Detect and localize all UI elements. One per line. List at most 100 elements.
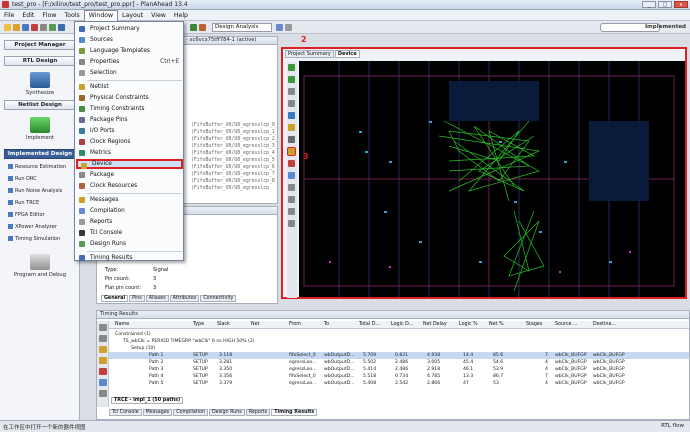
tab-trce[interactable]: TRCE - impl_1 (50 paths) bbox=[111, 397, 184, 404]
col-destination[interactable]: Destina... bbox=[593, 321, 616, 328]
export-icon[interactable] bbox=[99, 390, 107, 397]
mark-icon[interactable] bbox=[288, 172, 295, 179]
program-debug-icon[interactable] bbox=[30, 254, 50, 270]
maximize-button[interactable]: □ bbox=[658, 1, 672, 8]
col-name[interactable]: Name bbox=[115, 321, 129, 328]
nav-xpower[interactable]: XPower Analyzer bbox=[8, 224, 57, 230]
nav-timing-simulation[interactable]: Timing Simulation bbox=[8, 236, 60, 242]
tab-connectivity[interactable]: Connectivity bbox=[200, 295, 237, 302]
netlist-line[interactable]: (FifoBuffer_U0/U8_egresslcp_6 bbox=[191, 165, 275, 170]
col-stages[interactable]: Stages bbox=[526, 321, 542, 328]
pan-icon[interactable] bbox=[288, 136, 295, 143]
copy-icon[interactable] bbox=[40, 24, 47, 31]
zoom-fit-icon[interactable] bbox=[288, 112, 295, 119]
menu-item-timing-constraints[interactable]: Timing Constraints bbox=[76, 104, 183, 114]
route-icon[interactable] bbox=[287, 147, 296, 156]
nav-netlist-design[interactable]: Netlist Design bbox=[4, 100, 76, 110]
schematic-icon[interactable] bbox=[99, 379, 107, 386]
layout-icon[interactable] bbox=[276, 24, 283, 31]
nav-run-trce[interactable]: Run TRCE bbox=[8, 200, 39, 206]
nav-resource-estimation[interactable]: Resource Estimation bbox=[8, 164, 66, 170]
netlist-line[interactable]: (FifoBuffer_U0/U8_egresslcp bbox=[191, 186, 269, 191]
nav-implemented-design[interactable]: Implemented Design bbox=[4, 149, 76, 159]
netlist-line[interactable]: (FifoBuffer_U0/U8_egresslcp_2_ bbox=[191, 137, 278, 142]
col-logic-delay[interactable]: Logic D... bbox=[391, 321, 413, 328]
col-net-pct[interactable]: Net % bbox=[489, 321, 504, 328]
menu-item-timing-results[interactable]: Timing Results bbox=[76, 253, 183, 263]
minimize-button[interactable]: _ bbox=[642, 1, 656, 8]
tab-compilation[interactable]: Compilation bbox=[173, 409, 208, 416]
netlist-line[interactable]: (FifoBuffer_U0/U8_egresslcp_1_ bbox=[191, 130, 278, 135]
run-icon[interactable] bbox=[190, 24, 197, 31]
tab-messages[interactable]: Messages bbox=[142, 409, 173, 416]
zoom-in-icon[interactable] bbox=[288, 88, 295, 95]
nav-run-noise[interactable]: Run Noise Analysis bbox=[8, 188, 62, 194]
menu-item-device[interactable]: Device bbox=[76, 159, 183, 169]
menu-item-language-templates[interactable]: Language Templates bbox=[76, 46, 183, 56]
col-total-delay[interactable]: Total D... bbox=[359, 321, 380, 328]
nav-implement[interactable]: Implement bbox=[0, 135, 80, 141]
save-icon[interactable] bbox=[22, 24, 29, 31]
col-from[interactable]: From bbox=[289, 321, 301, 328]
back-icon[interactable] bbox=[288, 64, 295, 71]
menu-tools[interactable]: Tools bbox=[60, 12, 83, 19]
tree-constrained[interactable]: Constrained (1) bbox=[109, 331, 690, 338]
col-logic-pct[interactable]: Logic % bbox=[459, 321, 478, 328]
netlist-line[interactable]: (FifoBuffer_U0/U8_egresslcp_7 bbox=[191, 172, 275, 177]
undo-icon[interactable] bbox=[58, 24, 65, 31]
settings-icon[interactable] bbox=[285, 24, 292, 31]
forward-icon[interactable] bbox=[288, 76, 295, 83]
menu-item-sources[interactable]: Sources bbox=[76, 35, 183, 45]
open-icon[interactable] bbox=[13, 24, 20, 31]
nav-run-drc[interactable]: Run DRC bbox=[8, 176, 37, 182]
cut-icon[interactable] bbox=[31, 24, 38, 31]
tree-constraint[interactable]: TS_wbClk = PERIOD TIMEGRP "wbClk" 6 ns H… bbox=[109, 338, 690, 345]
tab-tcl-console[interactable]: Tcl Console bbox=[109, 409, 142, 416]
col-source[interactable]: Source ... bbox=[555, 321, 578, 328]
menu-item-properties[interactable]: Properties Ctrl+E bbox=[76, 57, 183, 67]
close-button[interactable]: x bbox=[674, 1, 688, 8]
report-icon[interactable] bbox=[99, 357, 107, 364]
folder-icon[interactable] bbox=[99, 346, 107, 353]
pin-icon[interactable] bbox=[288, 208, 295, 215]
nav-synthesize[interactable]: Synthesize bbox=[0, 90, 80, 96]
menu-item-netlist[interactable]: Netlist bbox=[76, 82, 183, 92]
menu-item-clock-resources[interactable]: Clock Resources bbox=[76, 181, 183, 191]
tab-device[interactable]: Device bbox=[334, 50, 360, 58]
menu-file[interactable]: File bbox=[0, 12, 18, 19]
menu-item-selection[interactable]: Selection bbox=[76, 68, 183, 78]
menu-edit[interactable]: Edit bbox=[18, 12, 38, 19]
col-net[interactable]: Net bbox=[251, 321, 259, 328]
col-type[interactable]: Type bbox=[193, 321, 204, 328]
select-icon[interactable] bbox=[288, 124, 295, 131]
col-slack[interactable]: Slack bbox=[217, 321, 230, 328]
table-row[interactable]: Path 2 SETUP 3.281 egressLoo... wbOutputD...… bbox=[109, 359, 689, 366]
netlist-line[interactable]: (FifoBuffer_U0/U8_egresslcp_5 bbox=[191, 158, 275, 163]
menu-item-project-summary[interactable]: Project Summary bbox=[76, 24, 183, 34]
zoom-out-icon[interactable] bbox=[288, 100, 295, 107]
tab-reports[interactable]: Reports bbox=[245, 409, 271, 416]
menu-item-compilation[interactable]: Compilation bbox=[76, 206, 183, 216]
tree-setup[interactable]: Setup (10) bbox=[109, 345, 690, 352]
paste-icon[interactable] bbox=[49, 24, 56, 31]
menu-item-metrics[interactable]: Metrics bbox=[76, 148, 183, 158]
menu-flow[interactable]: Flow bbox=[38, 12, 60, 19]
tab-timing-results[interactable]: Timing Results bbox=[271, 409, 318, 416]
ruler-icon[interactable] bbox=[288, 184, 295, 191]
menu-item-i-o-ports[interactable]: I/O Ports bbox=[76, 126, 183, 136]
collapse-icon[interactable] bbox=[99, 324, 107, 331]
tab-aliases[interactable]: Aliases bbox=[145, 295, 169, 302]
tab-project-summary[interactable]: Project Summary bbox=[285, 50, 334, 58]
highlight-icon[interactable] bbox=[288, 160, 295, 167]
table-row[interactable]: Path 3 SETUP 3.350 egressLoo... wbOutputD...… bbox=[109, 366, 689, 373]
synthesize-icon[interactable] bbox=[30, 72, 50, 88]
nav-fpga-editor[interactable]: FPGA Editor bbox=[8, 212, 45, 218]
col-to[interactable]: To bbox=[324, 321, 329, 328]
tab-attributes[interactable]: Attributes bbox=[169, 295, 200, 302]
menu-item-tcl-console[interactable]: Tcl Console bbox=[76, 228, 183, 238]
nav-project-manager[interactable]: Project Manager bbox=[4, 40, 76, 50]
layout-select[interactable]: Design Analysis bbox=[212, 23, 272, 32]
clear-icon[interactable] bbox=[288, 220, 295, 227]
device-canvas[interactable] bbox=[299, 61, 685, 297]
tab-design-runs[interactable]: Design Runs bbox=[208, 409, 245, 416]
